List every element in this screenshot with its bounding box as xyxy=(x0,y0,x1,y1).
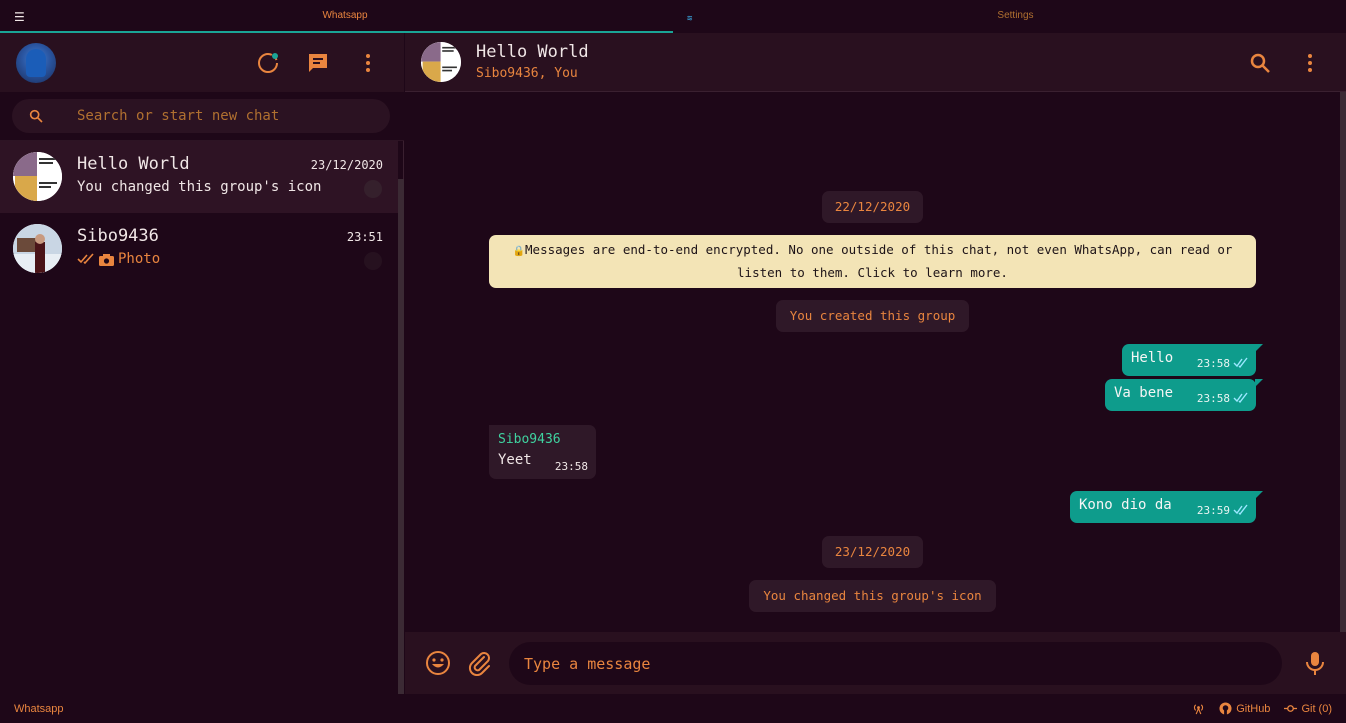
broadcast-icon[interactable] xyxy=(1192,702,1205,715)
group-avatar[interactable] xyxy=(421,42,461,82)
double-check-icon xyxy=(1233,357,1248,368)
github-link[interactable]: GitHub xyxy=(1219,702,1270,715)
double-check-icon xyxy=(1233,504,1248,515)
chat-list-item[interactable]: Sibo9436 23:51 Photo xyxy=(0,213,398,285)
message-time: 23:59 xyxy=(1196,504,1230,517)
chat-name: Hello World xyxy=(77,154,190,174)
search-box[interactable] xyxy=(12,99,390,133)
outgoing-message[interactable]: Hello 23:58 xyxy=(1122,344,1263,376)
menu-icon[interactable]: ☰ xyxy=(14,10,32,26)
date-separator: 23/12/2020 xyxy=(822,536,923,568)
chat-preview: You changed this group's icon xyxy=(77,179,322,195)
search-icon xyxy=(28,108,44,124)
double-check-icon xyxy=(1233,392,1248,403)
chat-preview: Photo xyxy=(77,251,160,267)
tab-whatsapp-label: Whatsapp xyxy=(322,10,368,21)
emoji-icon[interactable] xyxy=(425,650,451,676)
chat-options-icon[interactable] xyxy=(364,180,382,198)
date-separator: 22/12/2020 xyxy=(822,191,923,223)
camera-icon xyxy=(99,253,114,266)
git-status[interactable]: Git (0) xyxy=(1284,702,1332,715)
message-time: 23:58 xyxy=(1196,392,1230,405)
git-commit-icon xyxy=(1284,705,1298,712)
contact-avatar xyxy=(13,224,62,273)
statusbar-right: GitHub Git (0) xyxy=(1192,702,1332,715)
status-icon[interactable] xyxy=(256,51,280,75)
chat-list-item[interactable]: Hello World 23/12/2020 You changed this … xyxy=(0,141,398,213)
compose-bar xyxy=(405,632,1346,694)
new-chat-icon[interactable] xyxy=(306,51,330,75)
double-check-icon xyxy=(77,253,94,265)
tab-whatsapp[interactable]: Whatsapp xyxy=(0,0,673,33)
statusbar-app-name: Whatsapp xyxy=(14,703,64,715)
group-avatar xyxy=(13,152,62,201)
message-text: Hello xyxy=(1131,350,1174,366)
message-input[interactable] xyxy=(509,642,1282,685)
avatar[interactable] xyxy=(16,43,56,83)
search-input[interactable] xyxy=(77,99,377,133)
message-text: Yeet xyxy=(498,452,532,468)
kebab-icon[interactable] xyxy=(356,51,380,75)
chat-time: 23:51 xyxy=(346,230,383,244)
sidebar: Hello World 23/12/2020 You changed this … xyxy=(0,33,404,694)
tab-settings-label: Settings xyxy=(997,10,1034,21)
github-icon xyxy=(1219,702,1232,715)
lock-icon: 🔒 xyxy=(512,246,526,257)
search-row xyxy=(0,92,404,141)
chat-time: 23/12/2020 xyxy=(310,158,383,172)
chat-options-icon[interactable] xyxy=(364,252,382,270)
message-time: 23:58 xyxy=(554,460,588,473)
outgoing-message[interactable]: Va bene 23:58 xyxy=(1105,379,1263,411)
system-message: You created this group xyxy=(776,300,969,332)
sidebar-header xyxy=(0,33,404,92)
conversation-subtitle: Sibo9436, You xyxy=(476,66,578,81)
message-time: 23:58 xyxy=(1196,357,1230,370)
mic-icon[interactable] xyxy=(1302,650,1328,676)
conversation-header: Hello World Sibo9436, You xyxy=(405,33,1346,92)
encryption-notice-text: Messages are end-to-end encrypted. No on… xyxy=(525,242,1233,280)
sidebar-scrollbar[interactable] xyxy=(398,179,404,694)
attach-icon[interactable] xyxy=(467,650,493,677)
kebab-icon[interactable] xyxy=(1298,51,1322,75)
git-label: Git (0) xyxy=(1301,702,1332,715)
tab-settings[interactable]: ≋ Settings xyxy=(673,0,1346,33)
outgoing-message[interactable]: Kono dio da 23:59 xyxy=(1070,491,1263,523)
conversation-title: Hello World xyxy=(476,42,589,62)
tab-bar: Whatsapp ≋ Settings ☰ xyxy=(0,0,1346,33)
system-message: You changed this group's icon xyxy=(749,580,996,612)
status-bar: Whatsapp GitHub Git (0) xyxy=(0,694,1346,723)
incoming-message[interactable]: Sibo9436 Yeet 23:58 xyxy=(489,425,596,479)
messages-scrollbar[interactable] xyxy=(1340,92,1346,632)
message-text: Va bene xyxy=(1114,385,1174,401)
github-label: GitHub xyxy=(1236,702,1271,715)
message-text: Kono dio da xyxy=(1079,497,1172,513)
encryption-notice[interactable]: 🔒Messages are end-to-end encrypted. No o… xyxy=(489,235,1256,288)
search-icon[interactable] xyxy=(1248,51,1272,75)
message-sender: Sibo9436 xyxy=(498,432,561,447)
chat-preview-text: Photo xyxy=(118,251,161,267)
chat-name: Sibo9436 xyxy=(77,226,159,246)
